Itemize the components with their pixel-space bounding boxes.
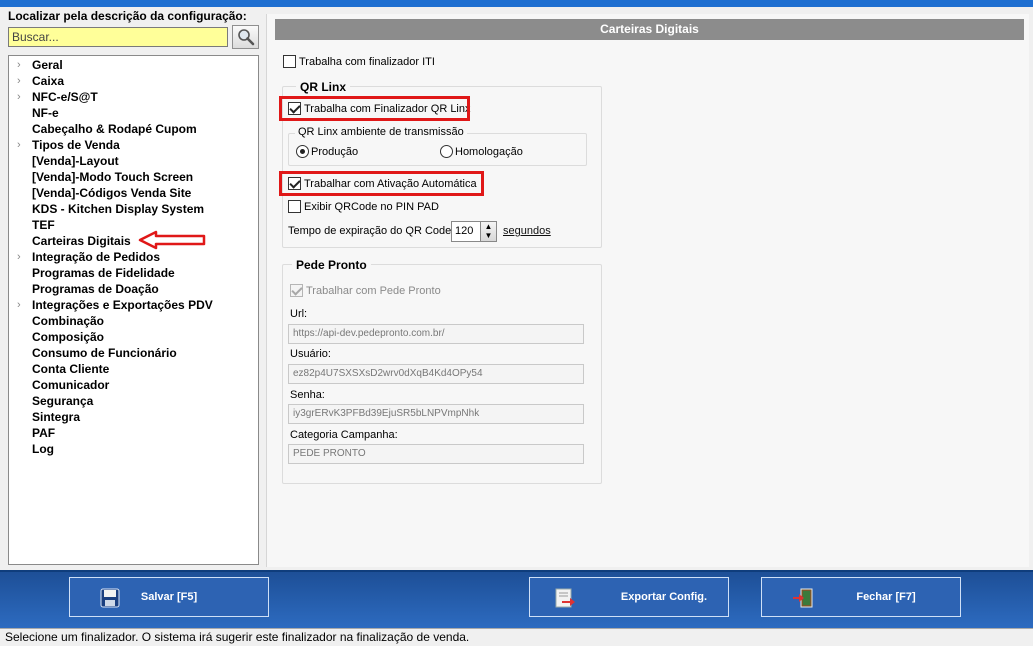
chevron-right-icon: ›	[17, 139, 21, 151]
categoria-field[interactable]: PEDE PRONTO	[288, 444, 584, 464]
search-button[interactable]	[232, 25, 259, 49]
tree-item-carteiras-digitais[interactable]: Carteiras Digitais	[9, 233, 258, 249]
tree-item-integracoes-pdv[interactable]: › Integrações e Exportações PDV	[9, 297, 258, 313]
expiracao-label: Tempo de expiração do QR Code	[288, 225, 452, 237]
chevron-right-icon: ›	[17, 91, 21, 103]
tree-item-kds[interactable]: KDS - Kitchen Display System	[9, 201, 258, 217]
top-window-strip	[0, 0, 1033, 7]
tree-item-nfe[interactable]: NF-e	[9, 105, 258, 121]
panel-title: Carteiras Digitais	[275, 19, 1024, 40]
tree-item-conta-cliente[interactable]: Conta Cliente	[9, 361, 258, 377]
chevron-right-icon: ›	[17, 75, 21, 87]
tree-item-paf[interactable]: PAF	[9, 425, 258, 441]
radio-producao[interactable]: Produção	[296, 145, 358, 158]
senha-field[interactable]: iy3grERvK3PFBd39EjuSR5bLNPVmpNhk	[288, 404, 584, 424]
checkbox-box	[290, 284, 303, 297]
senha-label: Senha:	[290, 389, 325, 401]
tree-item-doacao[interactable]: Programas de Doação	[9, 281, 258, 297]
categoria-label: Categoria Campanha:	[290, 429, 398, 441]
save-button[interactable]: Salvar [F5]	[69, 577, 269, 617]
close-label: Fechar [F7]	[856, 591, 916, 603]
radio-circle	[440, 145, 453, 158]
tree-item-venda-codigos[interactable]: [Venda]-Códigos Venda Site	[9, 185, 258, 201]
url-field[interactable]: https://api-dev.pedepronto.com.br/	[288, 324, 584, 344]
highlight-box-finalizador	[279, 96, 470, 121]
export-config-button[interactable]: Exportar Config.	[529, 577, 729, 617]
iti-checkbox[interactable]: Trabalha com finalizador ITI	[283, 55, 435, 68]
tree-item-seguranca[interactable]: Segurança	[9, 393, 258, 409]
tree-item-venda-layout[interactable]: [Venda]-Layout	[9, 153, 258, 169]
tree-item-tipos-venda[interactable]: › Tipos de Venda	[9, 137, 258, 153]
ambiente-title: QR Linx ambiente de transmissão	[295, 126, 467, 138]
tree-item-tef[interactable]: TEF	[9, 217, 258, 233]
tree-item-comunicador[interactable]: Comunicador	[9, 377, 258, 393]
spinner-arrows-icon[interactable]: ▲ ▼	[480, 222, 496, 241]
export-label: Exportar Config.	[620, 591, 708, 603]
checkbox-box	[288, 200, 301, 213]
segundos-link[interactable]: segundos	[503, 225, 551, 237]
config-tree: › Geral › Caixa › NFC-e/S@T NF-e Cabeçalho …	[8, 55, 259, 565]
red-arrow-annotation	[138, 230, 206, 250]
url-label: Url:	[290, 308, 308, 320]
tree-item-nfce-sat[interactable]: › NFC-e/S@T	[9, 89, 258, 105]
chevron-right-icon: ›	[17, 59, 21, 71]
magnifier-icon	[237, 29, 254, 46]
tree-item-fidelidade[interactable]: Programas de Fidelidade	[9, 265, 258, 281]
save-label: Salvar [F5]	[140, 591, 198, 603]
pede-pronto-title: Pede Pronto	[292, 258, 371, 272]
pinpad-qrcode-checkbox[interactable]: Exibir QRCode no PIN PAD	[288, 200, 439, 213]
tree-item-geral[interactable]: › Geral	[9, 57, 258, 73]
pede-pronto-checkbox[interactable]: Trabalhar com Pede Pronto	[290, 284, 441, 297]
usuario-label: Usuário:	[290, 348, 331, 360]
chevron-right-icon: ›	[17, 299, 21, 311]
tree-item-log[interactable]: Log	[9, 441, 258, 457]
tree-item-composicao[interactable]: Composição	[9, 329, 258, 345]
tree-item-sintegra[interactable]: Sintegra	[9, 409, 258, 425]
tree-item-cabecalho-rodape[interactable]: Cabeçalho & Rodapé Cupom	[9, 121, 258, 137]
highlight-box-ativacao	[279, 171, 484, 196]
close-button[interactable]: Fechar [F7]	[761, 577, 961, 617]
search-input[interactable]	[8, 27, 228, 47]
tree-item-consumo-funcionario[interactable]: Consumo de Funcionário	[9, 345, 258, 361]
expiracao-value: 120	[455, 225, 474, 237]
expiracao-spinner[interactable]: 120 ▲ ▼	[451, 221, 497, 242]
usuario-field[interactable]: ez82p4U7SXSXsD2wrv0dXqB4Kd4OPy54	[288, 364, 584, 384]
tree-item-venda-touch[interactable]: [Venda]-Modo Touch Screen	[9, 169, 258, 185]
tree-item-caixa[interactable]: › Caixa	[9, 73, 258, 89]
tree-item-integracao-pedidos[interactable]: › Integração de Pedidos	[9, 249, 258, 265]
qr-linx-title: QR Linx	[296, 80, 351, 94]
status-bar: Selecione um finalizador. O sistema irá …	[0, 628, 1033, 646]
radio-circle	[296, 145, 309, 158]
search-label: Localizar pela descrição da configuração…	[8, 9, 247, 23]
tree-item-combinacao[interactable]: Combinação	[9, 313, 258, 329]
radio-homologacao[interactable]: Homologação	[440, 145, 523, 158]
chevron-right-icon: ›	[17, 251, 21, 263]
checkbox-box	[283, 55, 296, 68]
